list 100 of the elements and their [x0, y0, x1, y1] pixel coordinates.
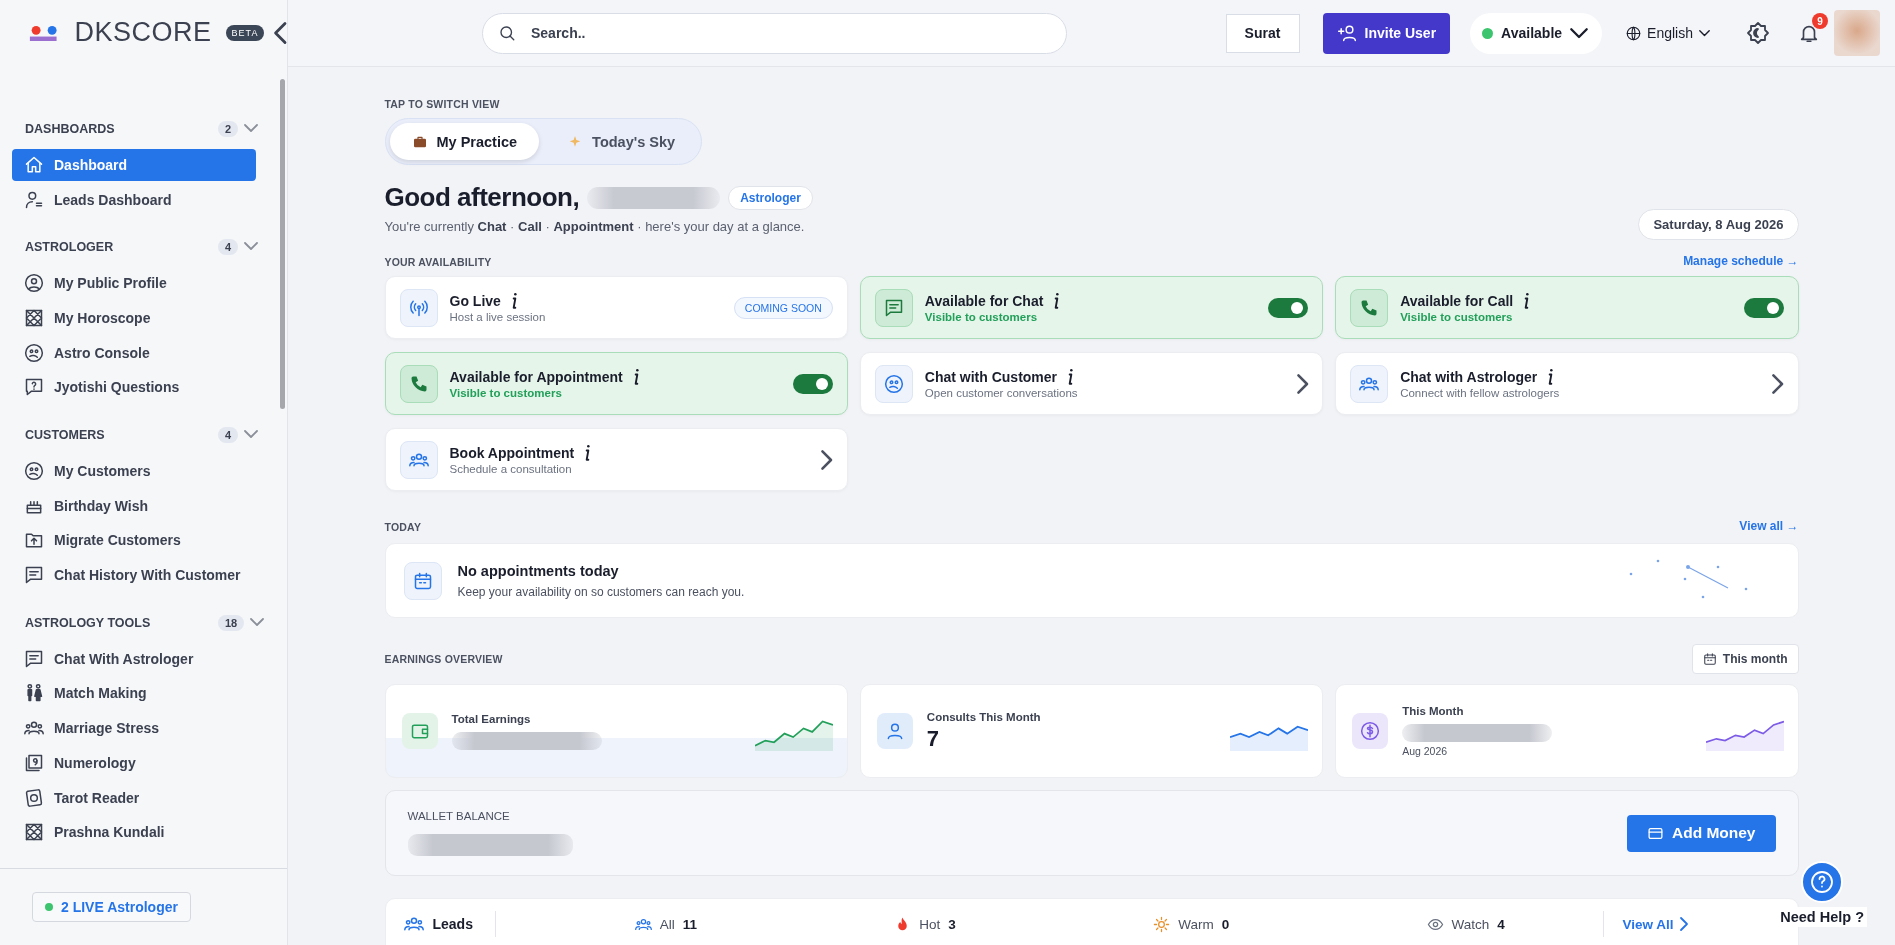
view-all-leads-link[interactable]: View All: [1603, 911, 1688, 937]
add-money-button[interactable]: Add Money: [1626, 814, 1776, 852]
chevron-down-icon: [244, 430, 259, 438]
chevron-down-icon: [244, 124, 259, 132]
lead-filter[interactable]: All 11: [634, 911, 697, 937]
chat-icon: [24, 565, 44, 585]
toggle-switch[interactable]: [1743, 297, 1784, 318]
stat-label: This Month: [1402, 705, 1465, 717]
filter-label: All: [659, 916, 675, 932]
city-button[interactable]: Surat: [1225, 13, 1300, 53]
filter-label: Hot: [919, 916, 941, 932]
sidebar-item[interactable]: Match Making: [12, 677, 256, 710]
card-title: Book Appointment: [449, 444, 575, 461]
info-icon[interactable]: [1547, 368, 1555, 385]
lead-filter[interactable]: Hot 3: [894, 911, 956, 937]
chart-grid-icon: [24, 307, 44, 328]
sidebar-item[interactable]: My Customers: [12, 454, 256, 487]
sidebar-item[interactable]: Leads Dashboard: [12, 183, 256, 216]
info-icon[interactable]: [1523, 292, 1531, 309]
availability-card[interactable]: Chat with Customer Open customer conversations: [859, 352, 1324, 415]
info-icon[interactable]: [1067, 368, 1075, 385]
view-all-link[interactable]: View all →: [1739, 519, 1799, 533]
chat-icon: [883, 297, 904, 318]
availability-card[interactable]: Available for Appointment Visible to customers: [384, 352, 848, 415]
wallet-label: WALLET BALANCE: [407, 810, 511, 822]
beta-badge: BETA: [225, 24, 265, 41]
chevron-right-icon: [821, 449, 833, 470]
status-summary: You're currently Chat · Call · Appointment · here's your day at a glance.: [384, 219, 806, 234]
info-icon[interactable]: [510, 292, 518, 309]
sidebar-item[interactable]: Chat With Astrologer: [12, 642, 256, 675]
view-tab[interactable]: My Practice: [389, 123, 540, 160]
empty-title: No appointments today: [457, 562, 620, 579]
card-title: Chat with Customer: [924, 368, 1058, 385]
availability-card[interactable]: Available for Chat Visible to customers: [859, 276, 1324, 339]
stat-label: Consults This Month: [926, 710, 1042, 723]
chart-grid-icon: [24, 822, 44, 843]
brand-name: DKSCORE: [74, 17, 212, 48]
home-icon: [24, 154, 44, 175]
search-icon: [498, 23, 516, 42]
info-icon[interactable]: [1053, 292, 1061, 309]
globe-icon: [1626, 25, 1642, 41]
filter-label: Warm: [1178, 916, 1214, 932]
availability-card[interactable]: Go Live Host a live session COMING SOON: [384, 276, 848, 339]
count-badge: 4: [218, 239, 239, 256]
sidebar-item[interactable]: Chat History With Customer: [12, 559, 256, 591]
card-title: Available for Call: [1400, 292, 1514, 309]
sidebar-item[interactable]: Numerology: [12, 746, 256, 779]
sidebar-item[interactable]: Dashboard: [12, 148, 256, 181]
toggle-switch[interactable]: [1268, 297, 1309, 318]
period-button[interactable]: This month: [1691, 644, 1799, 674]
sidebar-item[interactable]: Birthday Wish: [12, 489, 256, 522]
scrollbar[interactable]: [280, 79, 285, 409]
question-bubble-icon: [24, 377, 44, 398]
lead-filter[interactable]: Watch 4: [1426, 911, 1505, 937]
sidebar-item[interactable]: Tarot Reader: [12, 781, 256, 814]
sidebar-item[interactable]: Marriage Stress: [12, 712, 256, 744]
card-title: Chat with Astrologer: [1400, 368, 1538, 385]
sidebar-item[interactable]: Jyotishi Questions: [12, 371, 256, 404]
invite-user-button[interactable]: Invite User: [1322, 12, 1451, 54]
availability-card[interactable]: Book Appointment Schedule a consultation: [384, 428, 848, 491]
coming-soon-badge: COMING SOON: [733, 296, 833, 319]
section-title: ASTROLOGY TOOLS: [25, 614, 152, 632]
chevron-down-icon: [1570, 27, 1589, 39]
view-tab[interactable]: Today's Sky: [545, 123, 698, 160]
status-dot: [1482, 27, 1494, 39]
status-dot: [45, 903, 53, 911]
number-card-icon: [24, 752, 44, 773]
chevron-right-icon: [1679, 917, 1688, 931]
stat-period: Aug 2026: [1402, 745, 1449, 757]
section-title: ASTROLOGER: [25, 239, 115, 257]
card-subtitle: Visible to customers: [449, 386, 563, 399]
sidebar-item[interactable]: My Horoscope: [12, 301, 256, 334]
sidebar-item[interactable]: My Public Profile: [12, 267, 256, 299]
status-dropdown[interactable]: Available: [1470, 12, 1603, 54]
sidebar-item[interactable]: Migrate Customers: [12, 524, 256, 557]
live-astrologer-button[interactable]: 2 LIVE Astrologer: [32, 892, 191, 922]
search-field[interactable]: Search..: [482, 12, 1067, 54]
help-button[interactable]: [1801, 861, 1844, 903]
filter-count: 4: [1497, 916, 1505, 932]
profile-icon: [24, 273, 44, 293]
date-chip: Saturday, 8 Aug 2026: [1638, 209, 1799, 240]
toggle-switch[interactable]: [792, 373, 833, 394]
language-dropdown[interactable]: English: [1626, 25, 1710, 41]
calendar-icon: [412, 570, 433, 591]
availability-card[interactable]: Available for Call Visible to customers: [1335, 276, 1799, 339]
availability-card[interactable]: Chat with Astrologer Connect with fellow astrologers: [1335, 352, 1799, 415]
section-title: DASHBOARDS: [25, 121, 116, 138]
stat-label: Total Earnings: [451, 712, 532, 725]
info-icon[interactable]: [632, 368, 640, 385]
theme-toggle-icon: [1746, 21, 1770, 45]
chevron-right-icon: [1772, 373, 1784, 394]
card-title: Go Live: [449, 292, 501, 309]
sun-icon: [1153, 915, 1171, 933]
sidebar-item[interactable]: Prashna Kundali: [12, 816, 256, 849]
info-icon[interactable]: [584, 444, 592, 461]
manage-schedule-link[interactable]: Manage schedule →: [1683, 254, 1799, 268]
card-subtitle: Open customer conversations: [924, 386, 1079, 399]
lead-filter[interactable]: Warm 0: [1153, 911, 1230, 937]
tarot-card-icon: [24, 787, 44, 808]
sidebar-item[interactable]: Astro Console: [12, 336, 256, 369]
